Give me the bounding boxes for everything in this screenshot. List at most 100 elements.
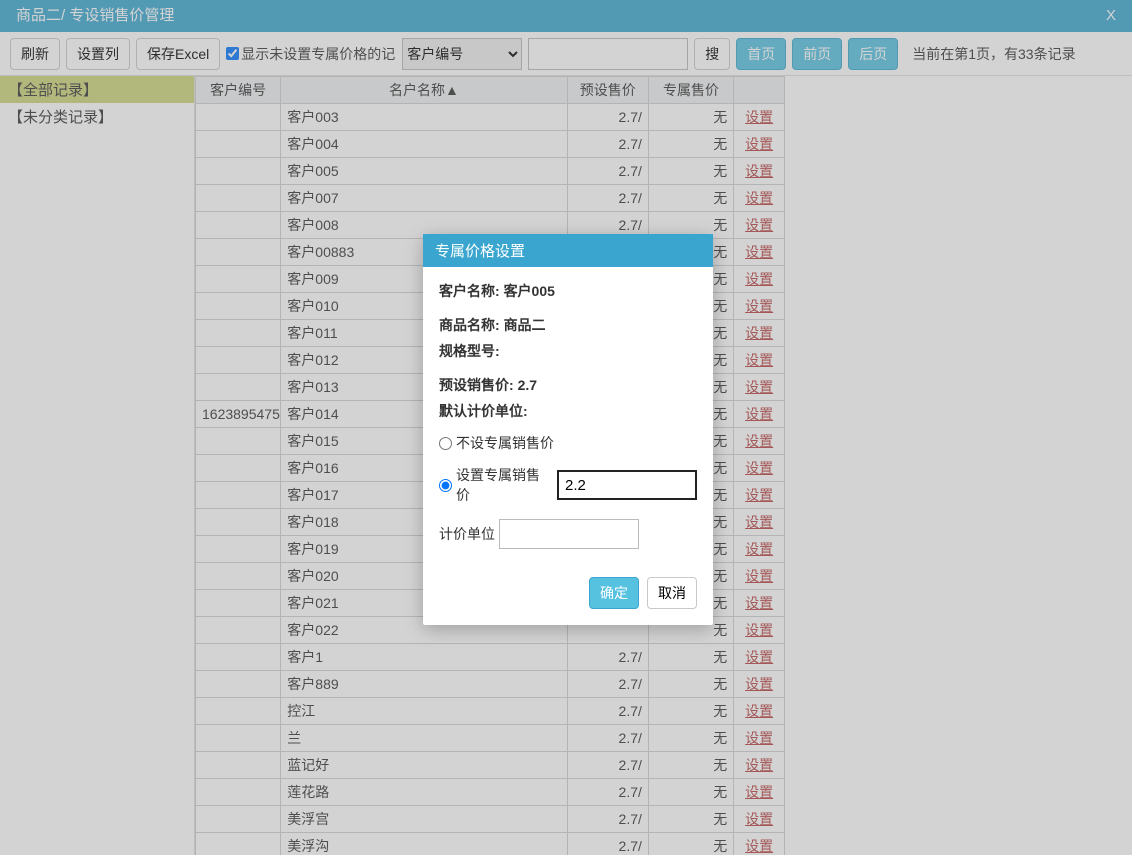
cell-id bbox=[196, 644, 281, 671]
sidebar-item[interactable]: 【全部记录】 bbox=[0, 76, 194, 103]
search-input[interactable] bbox=[528, 38, 688, 70]
cell-action: 设置 bbox=[734, 320, 785, 347]
set-price-link[interactable]: 设置 bbox=[745, 703, 773, 719]
cell-id bbox=[196, 536, 281, 563]
cell-id bbox=[196, 158, 281, 185]
cell-action: 设置 bbox=[734, 131, 785, 158]
page-info: 当前在第1页，有33条记录 bbox=[912, 44, 1075, 64]
set-columns-button[interactable]: 设置列 bbox=[66, 38, 130, 70]
cell-preset: 2.7/ bbox=[567, 752, 648, 779]
cell-id bbox=[196, 509, 281, 536]
col-header-excl[interactable]: 专属售价 bbox=[648, 77, 733, 104]
set-price-link[interactable]: 设置 bbox=[745, 352, 773, 368]
cell-preset: 2.7/ bbox=[567, 698, 648, 725]
set-price-link[interactable]: 设置 bbox=[745, 406, 773, 422]
modal-body: 客户名称: 客户005 商品名称: 商品二 规格型号: 预设销售价: 2.7 默… bbox=[423, 267, 713, 571]
cell-action: 设置 bbox=[734, 266, 785, 293]
cell-action: 设置 bbox=[734, 212, 785, 239]
cell-preset: 2.7/ bbox=[567, 779, 648, 806]
set-price-link[interactable]: 设置 bbox=[745, 460, 773, 476]
cell-id bbox=[196, 752, 281, 779]
cell-action: 设置 bbox=[734, 644, 785, 671]
cell-preset: 2.7/ bbox=[567, 833, 648, 855]
cell-id bbox=[196, 482, 281, 509]
set-price-link[interactable]: 设置 bbox=[745, 514, 773, 530]
cell-name: 客户003 bbox=[281, 104, 567, 131]
cell-action: 设置 bbox=[734, 455, 785, 482]
close-icon[interactable]: X bbox=[1106, 0, 1116, 32]
cell-exclusive: 无 bbox=[648, 158, 733, 185]
cell-name: 客户007 bbox=[281, 185, 567, 212]
sidebar-item[interactable]: 【未分类记录】 bbox=[0, 103, 194, 130]
set-price-link[interactable]: 设置 bbox=[745, 136, 773, 152]
set-price-link[interactable]: 设置 bbox=[745, 217, 773, 233]
cell-id bbox=[196, 590, 281, 617]
refresh-button[interactable]: 刷新 bbox=[10, 38, 60, 70]
cell-id bbox=[196, 185, 281, 212]
cell-action: 设置 bbox=[734, 374, 785, 401]
cell-exclusive: 无 bbox=[648, 725, 733, 752]
cell-exclusive: 无 bbox=[648, 779, 733, 806]
radio-no-label: 不设专属销售价 bbox=[456, 433, 554, 453]
set-price-link[interactable]: 设置 bbox=[745, 784, 773, 800]
save-excel-button[interactable]: 保存Excel bbox=[136, 38, 220, 70]
preset-label: 预设销售价: bbox=[439, 377, 514, 393]
exclusive-price-input[interactable] bbox=[557, 470, 697, 500]
cancel-button[interactable]: 取消 bbox=[647, 577, 697, 609]
cell-name: 莲花路 bbox=[281, 779, 567, 806]
set-price-link[interactable]: 设置 bbox=[745, 379, 773, 395]
set-price-link[interactable]: 设置 bbox=[745, 433, 773, 449]
set-price-link[interactable]: 设置 bbox=[745, 271, 773, 287]
first-page-button[interactable]: 首页 bbox=[736, 38, 786, 70]
set-price-link[interactable]: 设置 bbox=[745, 595, 773, 611]
next-page-button[interactable]: 后页 bbox=[848, 38, 898, 70]
product-value: 商品二 bbox=[504, 317, 546, 333]
cell-id bbox=[196, 266, 281, 293]
unit-input[interactable] bbox=[499, 519, 639, 549]
set-price-link[interactable]: 设置 bbox=[745, 676, 773, 692]
set-price-link[interactable]: 设置 bbox=[745, 757, 773, 773]
cell-name: 控江 bbox=[281, 698, 567, 725]
set-price-link[interactable]: 设置 bbox=[745, 730, 773, 746]
set-price-link[interactable]: 设置 bbox=[745, 190, 773, 206]
set-price-link[interactable]: 设置 bbox=[745, 163, 773, 179]
ok-button[interactable]: 确定 bbox=[589, 577, 639, 609]
cell-action: 设置 bbox=[734, 590, 785, 617]
radio-no-exclusive[interactable] bbox=[439, 437, 452, 450]
set-price-link[interactable]: 设置 bbox=[745, 811, 773, 827]
cell-id bbox=[196, 833, 281, 855]
table-row: 美浮宫2.7/无设置 bbox=[196, 806, 785, 833]
cell-exclusive: 无 bbox=[648, 752, 733, 779]
show-unset-checkbox[interactable] bbox=[226, 47, 239, 60]
radio-set-exclusive[interactable] bbox=[439, 479, 452, 492]
cell-action: 设置 bbox=[734, 428, 785, 455]
col-header-name[interactable]: 名户名称▲ bbox=[281, 77, 567, 104]
product-label: 商品名称: bbox=[439, 317, 500, 333]
table-row: 客户0052.7/无设置 bbox=[196, 158, 785, 185]
set-price-link[interactable]: 设置 bbox=[745, 622, 773, 638]
search-field-select[interactable]: 客户编号 bbox=[402, 38, 522, 70]
cell-exclusive: 无 bbox=[648, 104, 733, 131]
show-unset-checkbox-label[interactable]: 显示未设置专属价格的记录 bbox=[226, 44, 396, 64]
col-header-preset[interactable]: 预设售价 bbox=[567, 77, 648, 104]
cell-action: 设置 bbox=[734, 563, 785, 590]
modal-footer: 确定 取消 bbox=[423, 571, 713, 625]
prev-page-button[interactable]: 前页 bbox=[792, 38, 842, 70]
set-price-link[interactable]: 设置 bbox=[745, 325, 773, 341]
modal-title: 专属价格设置 bbox=[423, 234, 713, 267]
set-price-link[interactable]: 设置 bbox=[745, 298, 773, 314]
set-price-link[interactable]: 设置 bbox=[745, 109, 773, 125]
set-price-link[interactable]: 设置 bbox=[745, 487, 773, 503]
sidebar: 【全部记录】【未分类记录】 bbox=[0, 76, 195, 855]
set-price-link[interactable]: 设置 bbox=[745, 541, 773, 557]
spec-label: 规格型号: bbox=[439, 343, 500, 359]
unit-label: 计价单位 bbox=[439, 524, 495, 544]
set-price-link[interactable]: 设置 bbox=[745, 244, 773, 260]
set-price-link[interactable]: 设置 bbox=[745, 568, 773, 584]
set-price-link[interactable]: 设置 bbox=[745, 838, 773, 854]
set-price-link[interactable]: 设置 bbox=[745, 649, 773, 665]
search-button[interactable]: 搜 bbox=[694, 38, 730, 70]
cell-action: 设置 bbox=[734, 104, 785, 131]
col-header-id[interactable]: 客户编号 bbox=[196, 77, 281, 104]
cell-name: 美浮宫 bbox=[281, 806, 567, 833]
